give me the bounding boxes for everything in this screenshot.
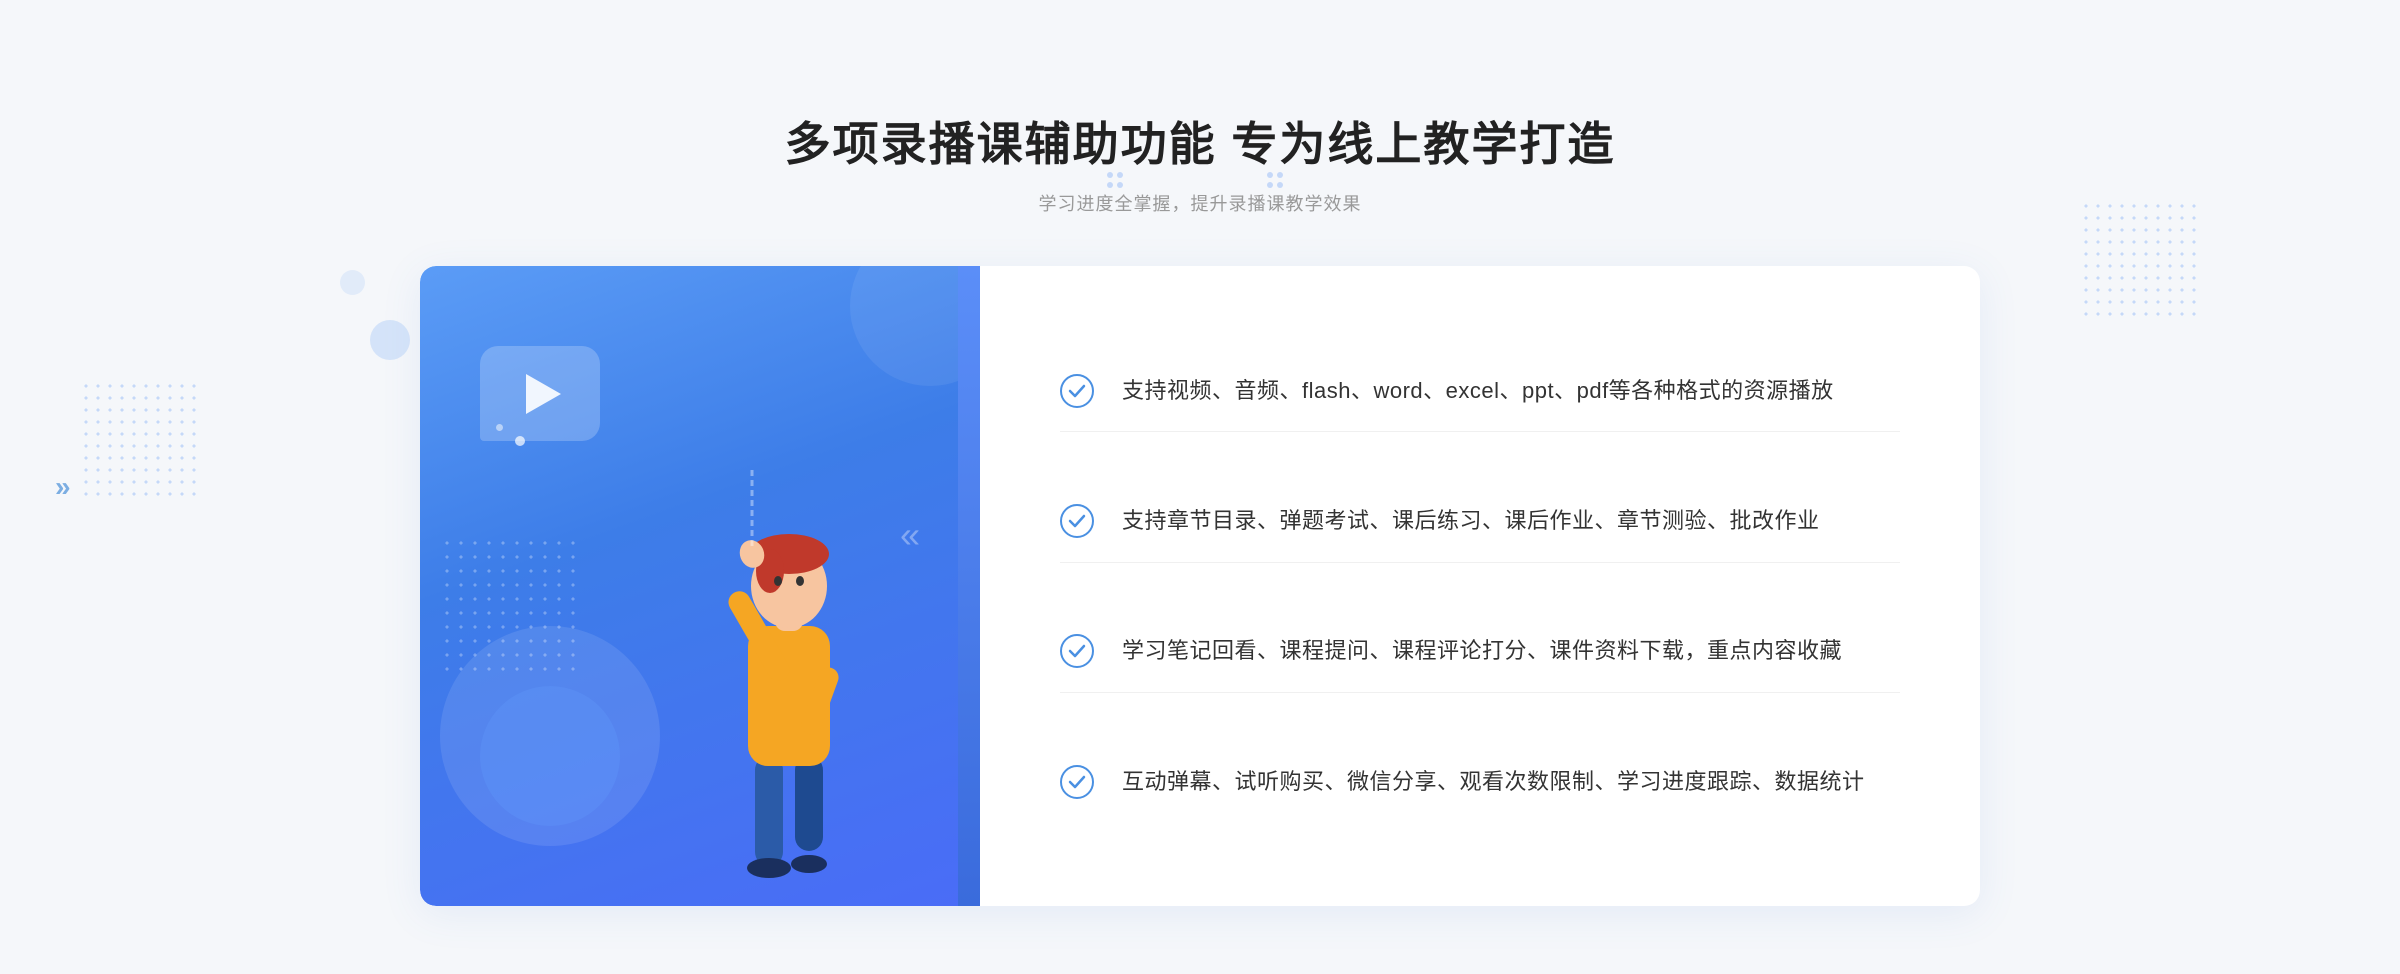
play-triangle-icon xyxy=(526,374,561,414)
check-icon-1 xyxy=(1060,374,1094,408)
feature-item-1: 支持视频、音频、flash、word、excel、ppt、pdf等各种格式的资源… xyxy=(1060,350,1900,432)
page-wrapper: 多项录播课辅助功能 专为线上教学打造 学习进度全掌握，提升录播课教学效果 « xyxy=(0,68,2400,906)
circle-light-2 xyxy=(480,686,620,826)
feature-text-4: 互动弹幕、试听购买、微信分享、观看次数限制、学习进度跟踪、数据统计 xyxy=(1122,763,1865,800)
chevron-left-decoration: » xyxy=(55,471,71,503)
play-bubble-dot2 xyxy=(496,424,503,431)
features-area: 支持视频、音频、flash、word、excel、ppt、pdf等各种格式的资源… xyxy=(980,266,1980,906)
blue-circle-2 xyxy=(340,270,365,295)
dot-pattern-right xyxy=(2080,200,2200,320)
accent-bar xyxy=(958,266,980,906)
feature-item-3: 学习笔记回看、课程提问、课程评论打分、课件资料下载，重点内容收藏 xyxy=(1060,610,1900,692)
illustration-area: « xyxy=(420,266,980,906)
content-card: « xyxy=(420,266,1980,906)
page-title: 多项录播课辅助功能 专为线上教学打造 xyxy=(785,108,1616,174)
play-bubble-dot xyxy=(515,436,525,446)
feature-text-3: 学习笔记回看、课程提问、课程评论打分、课件资料下载，重点内容收藏 xyxy=(1122,632,1842,669)
header-dots-right xyxy=(1105,170,1135,195)
check-icon-2 xyxy=(1060,504,1094,538)
feature-text-2: 支持章节目录、弹题考试、课后练习、课后作业、章节测验、批改作业 xyxy=(1122,502,1820,539)
header: 多项录播课辅助功能 专为线上教学打造 学习进度全掌握，提升录播课教学效果 xyxy=(785,108,1616,216)
feature-item-2: 支持章节目录、弹题考试、课后练习、课后作业、章节测验、批改作业 xyxy=(1060,480,1900,562)
check-icon-4 xyxy=(1060,765,1094,799)
page-subtitle: 学习进度全掌握，提升录播课教学效果 xyxy=(785,190,1616,216)
feature-item-4: 互动弹幕、试听购买、微信分享、观看次数限制、学习进度跟踪、数据统计 xyxy=(1060,741,1900,822)
dot-grid-illus xyxy=(440,536,580,676)
blue-circle-1 xyxy=(370,320,410,360)
feature-text-1: 支持视频、音频、flash、word、excel、ppt、pdf等各种格式的资源… xyxy=(1122,372,1834,409)
header-dots-left xyxy=(1265,170,1295,195)
check-icon-3 xyxy=(1060,634,1094,668)
character-illustration xyxy=(600,386,980,906)
dot-pattern-left xyxy=(80,380,200,500)
